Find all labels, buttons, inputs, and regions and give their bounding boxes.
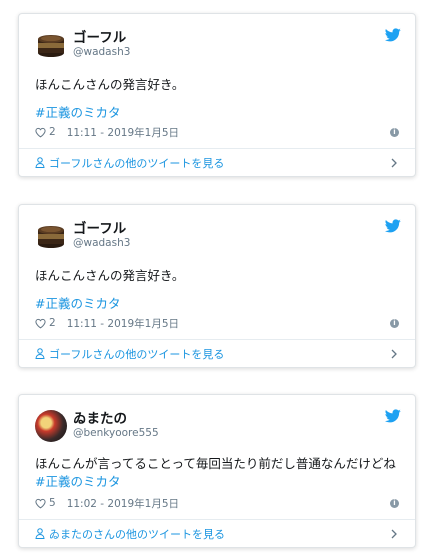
chevron-right-icon[interactable]: [391, 349, 397, 359]
tweet-text: ほんこんさんの発言好き。: [35, 268, 185, 283]
tweet-text-body: ほんこんが言ってることって毎回当たり前だし普通なんだけどね: [35, 456, 396, 471]
more-tweets-label[interactable]: ゐまたのさんの他のツイートを見る: [49, 526, 225, 542]
food-tin-icon: [38, 35, 64, 57]
info-icon[interactable]: i: [390, 318, 399, 328]
tweet-card[interactable]: ゐまたの @benkyoore555 ほんこんが言ってることって毎回当たり前だし…: [18, 394, 416, 548]
info-icon[interactable]: i: [390, 498, 399, 508]
display-name[interactable]: ゴーフル: [73, 222, 130, 237]
tweet-text: ほんこんが言ってることって毎回当たり前だし普通なんだけどね #正義のミカタ: [35, 455, 399, 491]
person-icon: [35, 157, 45, 168]
avatar[interactable]: [35, 29, 67, 61]
twitter-bird-icon[interactable]: [385, 219, 401, 233]
tweet-card[interactable]: ゴーフル @wadash3 ほんこんさんの発言好き。 #正義のミカタ 2 11:…: [18, 204, 416, 368]
timestamp-link[interactable]: 11:11 - 2019年1月5日: [67, 316, 179, 331]
twitter-bird-icon[interactable]: [385, 28, 401, 42]
chevron-right-icon[interactable]: [391, 529, 397, 539]
heart-icon[interactable]: [35, 318, 46, 329]
info-icon[interactable]: i: [390, 127, 399, 137]
person-icon: [35, 528, 45, 539]
tweet-text: ほんこんさんの発言好き。: [35, 77, 185, 92]
more-tweets-link[interactable]: ゐまたのさんの他のツイートを見る: [19, 519, 415, 547]
avatar[interactable]: [35, 410, 67, 442]
hashtag-link[interactable]: #正義のミカタ: [35, 474, 120, 489]
like-count: 5: [49, 497, 56, 509]
like-count: 2: [49, 317, 56, 329]
food-tin-icon: [38, 226, 64, 248]
timestamp-link[interactable]: 11:11 - 2019年1月5日: [67, 125, 179, 140]
avatar[interactable]: [35, 220, 67, 252]
more-tweets-link[interactable]: ゴーフルさんの他のツイートを見る: [19, 148, 415, 176]
user-handle[interactable]: @benkyoore555: [73, 428, 159, 440]
heart-icon[interactable]: [35, 127, 46, 138]
tweet-card[interactable]: ゴーフル @wadash3 ほんこんさんの発言好き。 #正義のミカタ 2 11:…: [18, 13, 416, 177]
like-count: 2: [49, 126, 56, 138]
twitter-bird-icon[interactable]: [385, 409, 401, 423]
timestamp-link[interactable]: 11:02 - 2019年1月5日: [67, 496, 179, 511]
hashtag-link[interactable]: #正義のミカタ: [35, 104, 399, 122]
display-name[interactable]: ゴーフル: [73, 31, 130, 46]
heart-icon[interactable]: [35, 498, 46, 509]
more-tweets-label[interactable]: ゴーフルさんの他のツイートを見る: [49, 346, 224, 362]
user-handle[interactable]: @wadash3: [73, 238, 130, 250]
display-name[interactable]: ゐまたの: [73, 412, 159, 427]
person-icon: [35, 348, 45, 359]
user-handle[interactable]: @wadash3: [73, 47, 130, 59]
more-tweets-link[interactable]: ゴーフルさんの他のツイートを見る: [19, 339, 415, 367]
more-tweets-label[interactable]: ゴーフルさんの他のツイートを見る: [49, 155, 224, 171]
hashtag-link[interactable]: #正義のミカタ: [35, 295, 399, 313]
chevron-right-icon[interactable]: [391, 158, 397, 168]
